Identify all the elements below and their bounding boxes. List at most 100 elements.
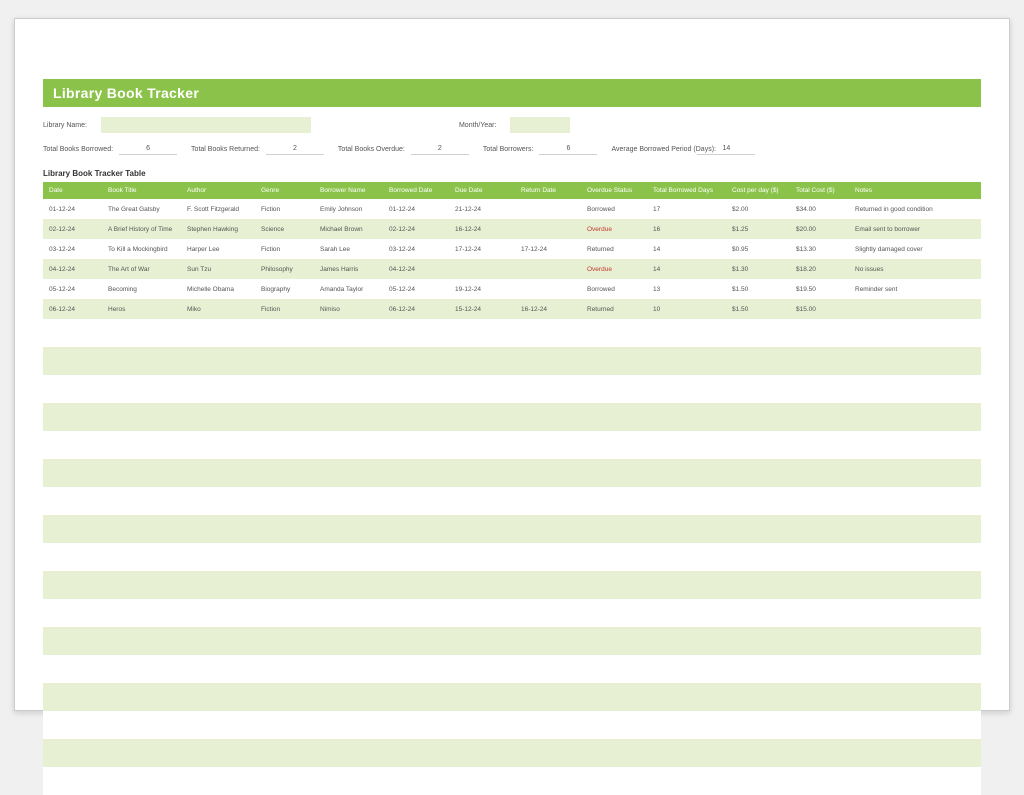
col-header-title: Book Title [108, 187, 183, 194]
cell-borrowed-date: 02-12-24 [389, 226, 451, 233]
stat-label: Total Books Overdue: [338, 146, 405, 153]
col-header-return-date: Return Date [521, 187, 583, 194]
cell-total-cost: $18.20 [796, 266, 851, 273]
cell-date: 05-12-24 [49, 286, 104, 293]
cell-status: Borrowed [587, 206, 649, 213]
cell-borrower: Sarah Lee [320, 246, 385, 253]
cell-cost-per-day: $2.00 [732, 206, 792, 213]
cell-borrower: Amanda Taylor [320, 286, 385, 293]
col-header-status: Overdue Status [587, 187, 649, 194]
cell-title: The Great Gatsby [108, 206, 183, 213]
col-header-borrowed-date: Borrowed Date [389, 187, 451, 194]
table-row-empty[interactable] [43, 487, 981, 515]
cell-notes: Email sent to borrower [855, 226, 975, 233]
cell-author: Miko [187, 306, 257, 313]
cell-borrower: Michael Brown [320, 226, 385, 233]
col-header-notes: Notes [855, 187, 975, 194]
stat-label: Total Books Borrowed: [43, 146, 113, 153]
cell-title: Becoming [108, 286, 183, 293]
cell-total-cost: $13.30 [796, 246, 851, 253]
cell-cost-per-day: $1.50 [732, 306, 792, 313]
table-header-row: Date Book Title Author Genre Borrower Na… [43, 182, 981, 199]
stat-label: Total Books Returned: [191, 146, 260, 153]
table-row-empty[interactable] [43, 739, 981, 767]
table-row-empty[interactable] [43, 375, 981, 403]
info-row: Library Name: Month/Year: [43, 117, 981, 133]
cell-due-date: 16-12-24 [455, 226, 517, 233]
cell-borrowed-date: 01-12-24 [389, 206, 451, 213]
cell-total-cost: $15.00 [796, 306, 851, 313]
table-row-empty[interactable] [43, 403, 981, 431]
col-header-borrowed-days: Total Borrowed Days [653, 187, 728, 194]
cell-total-cost: $34.00 [796, 206, 851, 213]
document-page: Library Book Tracker Library Name: Month… [14, 18, 1010, 711]
col-header-author: Author [187, 187, 257, 194]
stat-total-borrowed: Total Books Borrowed: 6 [43, 143, 177, 155]
cell-author: Sun Tzu [187, 266, 257, 273]
table-row[interactable]: 03-12-24To Kill a MockingbirdHarper LeeF… [43, 239, 981, 259]
cell-borrowed-days: 10 [653, 306, 728, 313]
table-row-empty[interactable] [43, 655, 981, 683]
cell-due-date: 17-12-24 [455, 246, 517, 253]
cell-borrower: Emily Johnson [320, 206, 385, 213]
cell-date: 04-12-24 [49, 266, 104, 273]
cell-cost-per-day: $1.50 [732, 286, 792, 293]
col-header-borrower: Borrower Name [320, 187, 385, 194]
cell-date: 06-12-24 [49, 306, 104, 313]
cell-borrower: Nimiso [320, 306, 385, 313]
cell-author: F. Scott Fitzgerald [187, 206, 257, 213]
cell-status: Overdue [587, 266, 649, 273]
month-year-field[interactable] [510, 117, 570, 133]
cell-date: 02-12-24 [49, 226, 104, 233]
cell-due-date: 21-12-24 [455, 206, 517, 213]
cell-genre: Biography [261, 286, 316, 293]
table-row-empty[interactable] [43, 459, 981, 487]
cell-cost-per-day: $1.30 [732, 266, 792, 273]
table-row-empty[interactable] [43, 431, 981, 459]
table-row[interactable]: 01-12-24 The Great Gatsby F. Scott Fitzger… [43, 199, 981, 219]
cell-return-date: 17-12-24 [521, 246, 583, 253]
cell-borrower: James Harris [320, 266, 385, 273]
table-row[interactable]: 06-12-24HerosMikoFictionNimiso06-12-2415… [43, 299, 981, 319]
stat-total-borrowers: Total Borrowers: 6 [483, 143, 598, 155]
table-row-empty[interactable] [43, 319, 981, 347]
cell-genre: Fiction [261, 246, 316, 253]
library-name-field[interactable] [101, 117, 311, 133]
cell-borrowed-days: 13 [653, 286, 728, 293]
cell-borrowed-date: 05-12-24 [389, 286, 451, 293]
stat-value: 2 [266, 143, 324, 155]
table-row[interactable]: 02-12-24A Brief History of TimeStephen H… [43, 219, 981, 239]
table-row[interactable]: 05-12-24BecomingMichelle ObamaBiographyA… [43, 279, 981, 299]
table-row-empty[interactable] [43, 767, 981, 795]
table-row-empty[interactable] [43, 543, 981, 571]
stat-value: 14 [697, 143, 755, 155]
table-row-empty[interactable] [43, 683, 981, 711]
table-row-empty[interactable] [43, 571, 981, 599]
cell-notes: Returned in good condition [855, 206, 975, 213]
table-row[interactable]: 04-12-24The Art of WarSun TzuPhilosophyJ… [43, 259, 981, 279]
col-header-total-cost: Total Cost ($) [796, 187, 851, 194]
table-row-empty[interactable] [43, 627, 981, 655]
table-row-empty[interactable] [43, 515, 981, 543]
month-year-label: Month/Year: [459, 122, 497, 129]
col-header-cost-per-day: Cost per day ($) [732, 187, 792, 194]
page-title: Library Book Tracker [43, 79, 981, 107]
cell-status: Overdue [587, 226, 649, 233]
stat-label: Total Borrowers: [483, 146, 534, 153]
cell-borrowed-date: 04-12-24 [389, 266, 451, 273]
stat-value: 2 [411, 143, 469, 155]
stat-value: 6 [539, 143, 597, 155]
stat-label: Average Borrowed Period (Days): [611, 146, 691, 153]
stat-avg-period: Average Borrowed Period (Days): 14 [611, 143, 755, 155]
cell-status: Returned [587, 306, 649, 313]
library-name-label: Library Name: [43, 122, 87, 129]
table-row-empty[interactable] [43, 599, 981, 627]
cell-title: To Kill a Mockingbird [108, 246, 183, 253]
stat-total-overdue: Total Books Overdue: 2 [338, 143, 469, 155]
table-row-empty[interactable] [43, 711, 981, 739]
cell-genre: Fiction [261, 306, 316, 313]
cell-notes: Reminder sent [855, 286, 975, 293]
cell-title: A Brief History of Time [108, 226, 183, 233]
table-row-empty[interactable] [43, 347, 981, 375]
stats-row: Total Books Borrowed: 6 Total Books Retu… [43, 143, 981, 155]
